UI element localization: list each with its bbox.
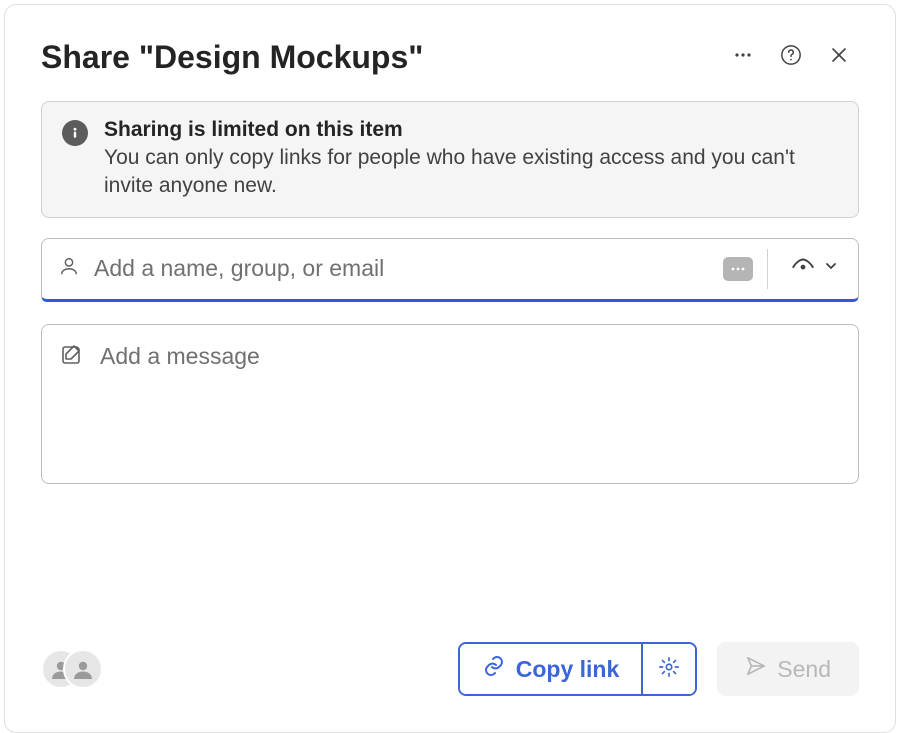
gear-icon — [658, 656, 680, 683]
close-button[interactable] — [819, 37, 859, 77]
help-icon — [780, 44, 802, 71]
send-label: Send — [777, 656, 831, 683]
dialog-header: Share "Design Mockups" — [41, 37, 859, 77]
ellipsis-icon — [733, 45, 753, 70]
banner-heading: Sharing is limited on this item — [104, 118, 838, 142]
copy-link-button[interactable]: Copy link — [460, 644, 642, 694]
banner-body: You can only copy links for people who h… — [104, 144, 838, 201]
shared-with-avatars[interactable] — [41, 647, 103, 691]
dialog-title: Share "Design Mockups" — [41, 39, 715, 76]
sharing-limited-banner: Sharing is limited on this item You can … — [41, 101, 859, 218]
send-icon — [745, 655, 767, 683]
copy-link-label: Copy link — [516, 656, 620, 683]
link-icon — [482, 654, 506, 684]
copy-link-group: Copy link — [458, 642, 698, 696]
message-row — [41, 324, 859, 484]
chevron-down-icon — [824, 259, 838, 278]
person-icon — [58, 255, 80, 282]
eye-icon — [790, 253, 816, 284]
help-button[interactable] — [771, 37, 811, 77]
more-options-button[interactable] — [723, 37, 763, 77]
close-icon — [829, 45, 849, 70]
permission-dropdown[interactable] — [767, 249, 858, 289]
dialog-footer: Copy link Send — [41, 642, 859, 696]
link-settings-button[interactable] — [641, 644, 695, 694]
message-input[interactable] — [98, 341, 840, 399]
info-icon — [62, 120, 88, 146]
note-icon — [60, 341, 84, 372]
share-dialog: Share "Design Mockups" Sharing is limite… — [4, 4, 896, 733]
recipient-input[interactable] — [92, 254, 723, 283]
send-button[interactable]: Send — [717, 642, 859, 696]
recipient-row — [41, 238, 859, 302]
input-suggestion-badge[interactable] — [723, 257, 753, 281]
avatar — [63, 649, 103, 689]
